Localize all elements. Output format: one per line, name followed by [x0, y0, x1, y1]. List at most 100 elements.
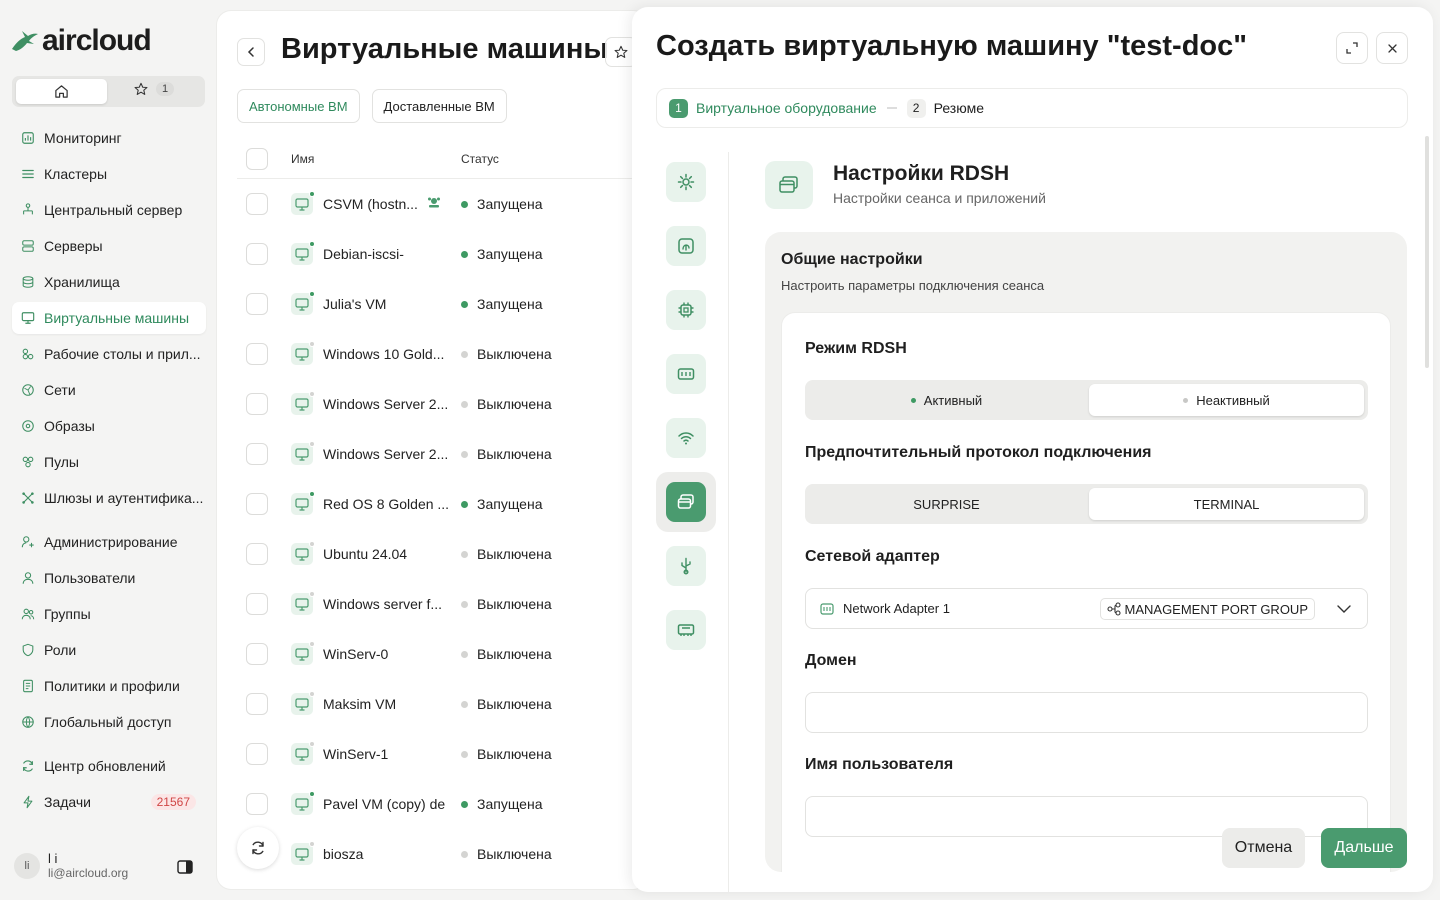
sidebar-item-16[interactable]: Глобальный доступ — [12, 706, 206, 738]
sidebar-item-6[interactable]: Рабочие столы и прил... — [12, 338, 206, 370]
row-checkbox[interactable] — [246, 493, 268, 515]
protocol-option-1[interactable]: TERMINAL — [1089, 488, 1364, 520]
table-row[interactable]: Maksim VM Выключена — [237, 679, 647, 729]
close-button[interactable] — [1376, 32, 1408, 64]
vm-name[interactable]: Windows 10 Gold... — [323, 346, 444, 362]
column-header-name[interactable]: Имя — [291, 152, 314, 166]
rail-button-rdsh[interactable] — [656, 472, 716, 532]
rail-button-settings[interactable] — [656, 152, 716, 212]
sidebar-item-label: Мониторинг — [44, 130, 122, 146]
table-row[interactable]: Windows Server 2... Выключена — [237, 379, 647, 429]
rail-button-memory[interactable] — [656, 344, 716, 404]
sidebar-item-2[interactable]: Центральный сервер — [12, 194, 206, 226]
sidebar-item-9[interactable]: Пулы — [12, 446, 206, 478]
table-row[interactable]: Debian-iscsi- Запущена — [237, 229, 647, 279]
row-checkbox[interactable] — [246, 243, 268, 265]
vm-name[interactable]: Windows server f... — [323, 596, 442, 612]
vm-name[interactable]: Debian-iscsi- — [323, 246, 404, 262]
table-row[interactable]: CSVM (hostn... Запущена — [237, 179, 647, 229]
dialog-scrollbar[interactable] — [1425, 136, 1429, 368]
expand-button[interactable] — [1336, 32, 1368, 64]
table-row[interactable]: WinServ-0 Выключена — [237, 629, 647, 679]
row-checkbox[interactable] — [246, 193, 268, 215]
sidebar-item-11[interactable]: Администрирование — [12, 526, 206, 558]
row-checkbox[interactable] — [246, 293, 268, 315]
row-checkbox[interactable] — [246, 393, 268, 415]
sidebar-item-4[interactable]: Хранилища — [12, 266, 206, 298]
rdsh_mode-option-1[interactable]: Неактивный — [1089, 384, 1364, 416]
vm-name[interactable]: biosza — [323, 846, 363, 862]
sidebar-item-5[interactable]: Виртуальные машины — [12, 302, 206, 334]
rail-button-wifi[interactable] — [656, 408, 716, 468]
vm-name[interactable]: Ubuntu 24.04 — [323, 546, 407, 562]
row-checkbox[interactable] — [246, 593, 268, 615]
rail-button-usb[interactable] — [656, 536, 716, 596]
row-checkbox[interactable] — [246, 743, 268, 765]
sidebar-toggle-button[interactable] — [177, 860, 193, 874]
status-label: Выключена — [477, 546, 552, 562]
next-button[interactable]: Дальше — [1321, 828, 1407, 868]
column-header-status[interactable]: Статус — [461, 152, 499, 166]
table-row[interactable]: biosza Выключена — [237, 829, 647, 879]
sidebar-item-18[interactable]: Задачи 21567 — [12, 786, 206, 818]
back-button[interactable] — [237, 38, 265, 66]
vm-name[interactable]: Maksim VM — [323, 696, 396, 712]
step-label[interactable]: Виртуальное оборудование — [696, 100, 877, 116]
table-row[interactable]: Windows 10 Gold... Выключена — [237, 329, 647, 379]
network-adapter-select[interactable]: Network Adapter 1 MANAGEMENT PORT GROUP — [805, 588, 1368, 629]
vm-name[interactable]: Windows Server 2... — [323, 446, 448, 462]
rdsh_mode-option-0[interactable]: Активный — [809, 384, 1084, 416]
table-row[interactable]: Red OS 8 Golden ... Запущена — [237, 479, 647, 529]
table-row[interactable]: Julia's VM Запущена — [237, 279, 647, 329]
tab-0[interactable]: Автономные ВМ — [237, 89, 360, 123]
logo[interactable]: aircloud — [10, 24, 152, 58]
table-row[interactable]: WinServ-1 Выключена — [237, 729, 647, 779]
row-checkbox[interactable] — [246, 693, 268, 715]
cancel-button[interactable]: Отмена — [1222, 828, 1305, 868]
rail-button-cpu[interactable] — [656, 280, 716, 340]
sidebar-item-14[interactable]: Роли — [12, 634, 206, 666]
sidebar-item-label: Виртуальные машины — [44, 310, 190, 326]
vm-name[interactable]: CSVM (hostn... — [323, 196, 418, 212]
sidebar-item-8[interactable]: Образы — [12, 410, 206, 442]
row-checkbox[interactable] — [246, 343, 268, 365]
sidebar-item-10[interactable]: Шлюзы и аутентифика... — [12, 482, 206, 514]
refresh-button[interactable] — [237, 827, 279, 869]
users-icon — [21, 608, 35, 620]
vm-name[interactable]: WinServ-1 — [323, 746, 388, 762]
home-button[interactable] — [16, 79, 107, 104]
table-row[interactable]: Pavel VM (copy) de Запущена — [237, 779, 647, 829]
vm-name[interactable]: Pavel VM (copy) de — [323, 796, 445, 812]
table-row[interactable]: Windows Server 2... Выключена — [237, 429, 647, 479]
row-checkbox[interactable] — [246, 643, 268, 665]
protocol-option-0[interactable]: SURPRISE — [809, 488, 1084, 520]
domain-input[interactable] — [805, 692, 1368, 733]
step-label[interactable]: Резюме — [934, 100, 984, 116]
row-checkbox[interactable] — [246, 543, 268, 565]
sidebar-item-15[interactable]: Политики и профили — [12, 670, 206, 702]
status-dot — [461, 751, 468, 758]
user-profile[interactable]: li l i li@aircloud.org — [14, 852, 128, 880]
sidebar-item-7[interactable]: Сети — [12, 374, 206, 406]
row-checkbox[interactable] — [246, 793, 268, 815]
vm-name[interactable]: Red OS 8 Golden ... — [323, 496, 449, 512]
rail-button-fingerprint[interactable] — [656, 216, 716, 276]
rail-button-ram[interactable] — [656, 600, 716, 660]
sidebar-item-1[interactable]: Кластеры — [12, 158, 206, 190]
sidebar-item-17[interactable]: Центр обновлений — [12, 750, 206, 782]
tab-1[interactable]: Доставленные ВМ — [371, 89, 507, 123]
vm-name[interactable]: Julia's VM — [323, 296, 386, 312]
favorites-button[interactable]: 1 — [134, 82, 175, 96]
sidebar-item-3[interactable]: Серверы — [12, 230, 206, 262]
table-row[interactable]: Ubuntu 24.04 Выключена — [237, 529, 647, 579]
step-number[interactable]: 2 — [906, 98, 926, 118]
row-checkbox[interactable] — [246, 443, 268, 465]
table-row[interactable]: Windows server f... Выключена — [237, 579, 647, 629]
select-all-checkbox[interactable] — [246, 148, 268, 170]
sidebar-item-12[interactable]: Пользователи — [12, 562, 206, 594]
sidebar-item-0[interactable]: Мониторинг — [12, 122, 206, 154]
vm-name[interactable]: Windows Server 2... — [323, 396, 448, 412]
step-number[interactable]: 1 — [669, 98, 688, 118]
sidebar-item-13[interactable]: Группы — [12, 598, 206, 630]
vm-name[interactable]: WinServ-0 — [323, 646, 388, 662]
